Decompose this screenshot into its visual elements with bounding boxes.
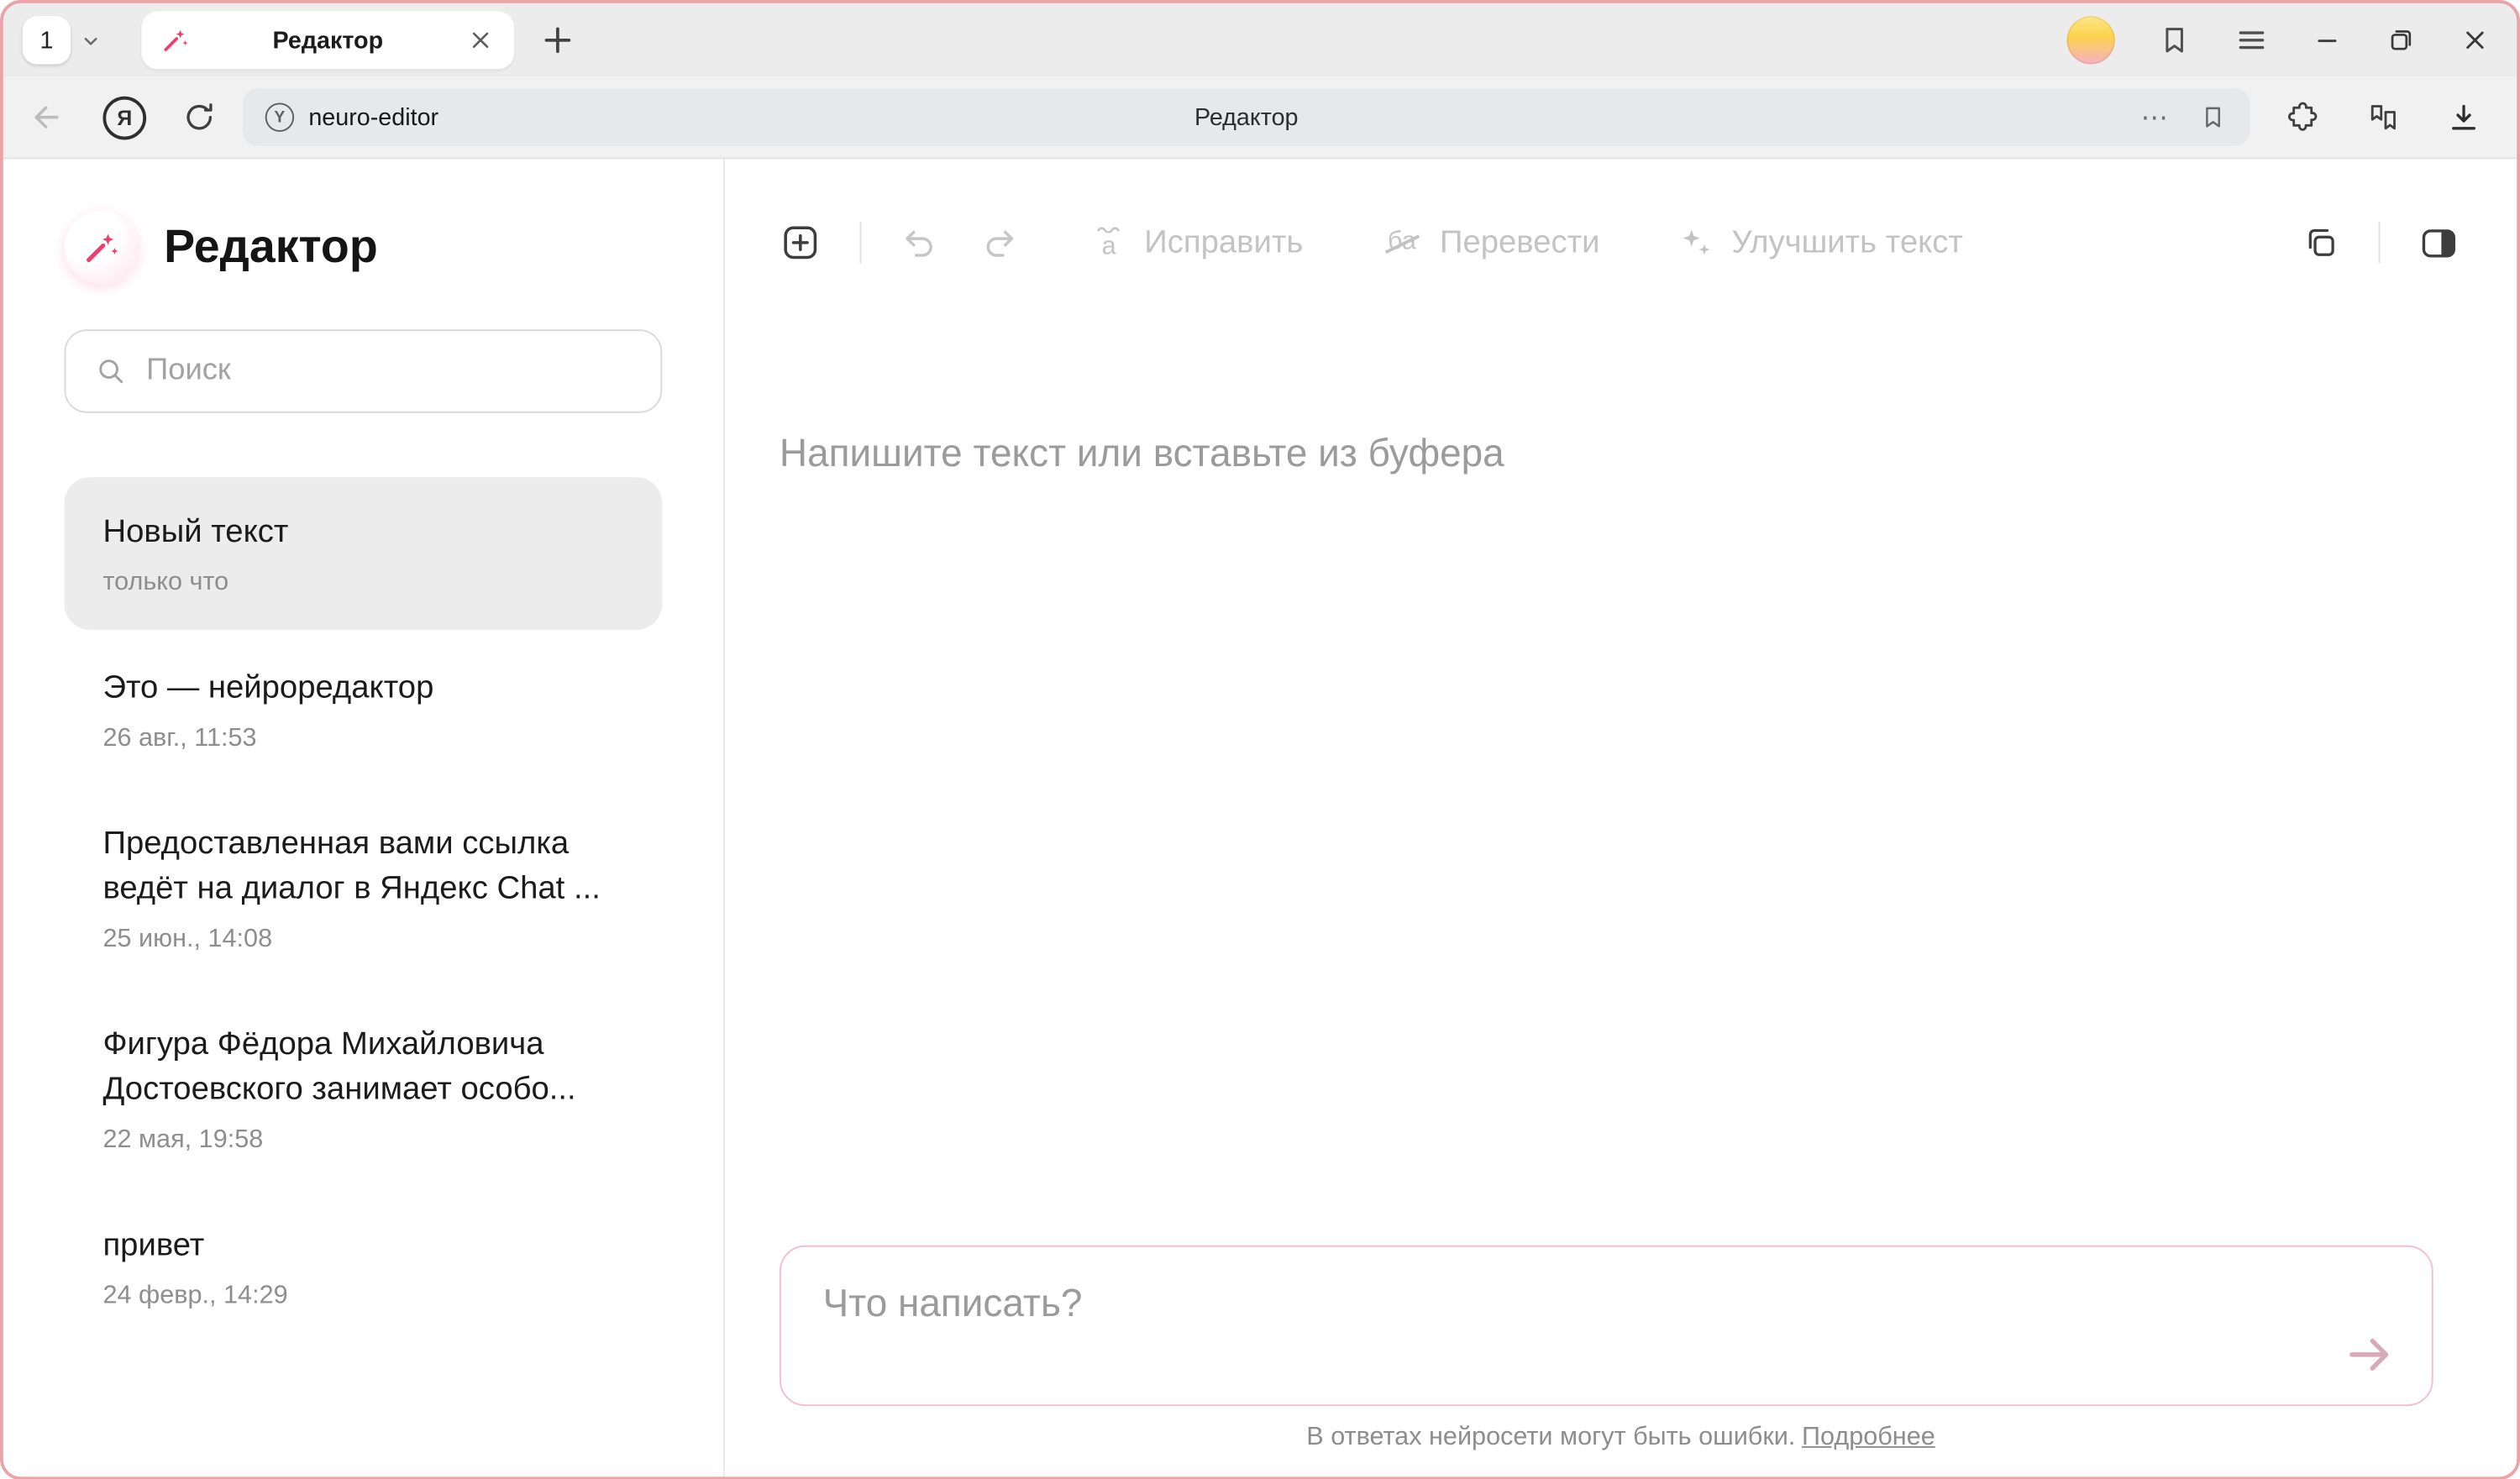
app-logo: Редактор <box>65 211 663 285</box>
toolbar-divider <box>2379 222 2381 264</box>
document-meta: 26 авг., 11:53 <box>102 725 623 753</box>
document-item[interactable]: Это — нейроредактор 26 авг., 11:53 <box>65 633 663 786</box>
sparkles-icon <box>1677 223 1715 262</box>
translate-icon: ба <box>1380 225 1424 260</box>
new-document-icon[interactable] <box>780 222 822 264</box>
tab-title: Редактор <box>202 27 453 55</box>
toolbar-divider <box>860 222 862 264</box>
back-button[interactable] <box>29 100 64 135</box>
menu-hamburger-icon[interactable] <box>2234 23 2269 58</box>
reload-button[interactable] <box>181 100 217 135</box>
nav-bar-right-controls <box>2286 100 2491 135</box>
page-content: Редактор Новый текст только что <box>3 158 2517 1476</box>
prompt-area <box>725 1245 2517 1405</box>
editor-toolbar: а Исправить ба Перевести <box>725 201 2517 284</box>
redo-icon[interactable] <box>980 223 1019 262</box>
prompt-input[interactable] <box>781 1246 2432 1404</box>
address-bar-actions: ⋯ <box>2140 102 2227 131</box>
site-icon: Y <box>265 102 294 131</box>
document-item[interactable]: Предоставленная вами ссылка ведёт на диа… <box>65 789 663 986</box>
disclaimer-text: В ответах нейросети могут быть ошибки. <box>1306 1423 1795 1450</box>
tab-bar-right-controls <box>2066 16 2497 64</box>
more-actions-icon[interactable]: ⋯ <box>2140 103 2169 131</box>
tab-close-icon[interactable] <box>466 26 495 55</box>
document-item-selected[interactable]: Новый текст только что <box>65 477 663 630</box>
document-meta: 22 мая, 19:58 <box>102 1126 623 1155</box>
search-input[interactable] <box>146 354 632 389</box>
improve-text-label: Улучшить текст <box>1731 224 1963 261</box>
document-title: Новый текст <box>102 510 623 555</box>
collections-icon[interactable] <box>2365 100 2401 135</box>
search-box <box>65 329 663 412</box>
document-list: Новый текст только что Это — нейроредакт… <box>65 477 663 1343</box>
wand-logo-icon <box>65 211 139 285</box>
translate-label: Перевести <box>1440 224 1600 261</box>
translate-button[interactable]: ба Перевести <box>1380 224 1599 261</box>
document-title: Фигура Фёдора Михайловича Достоевского з… <box>102 1022 623 1112</box>
document-title: Это — нейроредактор <box>102 665 623 711</box>
url-text: neuro-editor <box>308 103 438 131</box>
fix-text-button[interactable]: а Исправить <box>1089 224 1303 261</box>
yandex-home-button[interactable]: Я <box>102 96 146 139</box>
sidebar-bookmark-icon[interactable] <box>2157 23 2192 58</box>
ai-disclaimer: В ответах нейросети могут быть ошибки. По… <box>725 1405 2517 1476</box>
screen: 1 Редактор <box>0 0 2520 1479</box>
toolbar-right-controls <box>2302 222 2460 264</box>
browser-window: 1 Редактор <box>0 0 2520 1479</box>
tab-bar: 1 Редактор <box>3 3 2517 77</box>
wand-favicon-icon <box>160 26 189 55</box>
plus-icon <box>537 19 579 61</box>
disclaimer-link[interactable]: Подробнее <box>1802 1423 1935 1450</box>
document-item[interactable]: Фигура Фёдора Михайловича Достоевского з… <box>65 990 663 1188</box>
bookmark-flag-icon[interactable] <box>2198 102 2227 131</box>
tab-counter-button[interactable]: 1 <box>23 16 71 64</box>
new-tab-button[interactable] <box>537 19 579 61</box>
search-icon <box>95 355 127 387</box>
document-meta: только что <box>102 569 623 597</box>
editor-pane: а Исправить ба Перевести <box>725 159 2517 1476</box>
send-arrow-icon[interactable] <box>2342 1326 2397 1381</box>
editor-canvas[interactable]: Напишите текст или вставьте из буфера <box>725 285 2517 1245</box>
browser-tab[interactable]: Редактор <box>141 11 514 69</box>
document-meta: 25 июн., 14:08 <box>102 926 623 954</box>
document-item[interactable]: привет 24 февр., 14:29 <box>65 1191 663 1344</box>
panel-toggle-icon[interactable] <box>2418 223 2459 263</box>
tab-list-chevron-button[interactable] <box>71 16 109 64</box>
sidebar: Редактор Новый текст только что <box>3 159 725 1476</box>
chevron-down-icon <box>80 29 101 50</box>
editor-placeholder: Напишите текст или вставьте из буфера <box>780 433 2459 478</box>
improve-text-button[interactable]: Улучшить текст <box>1677 223 1963 262</box>
document-title: Предоставленная вами ссылка ведёт на диа… <box>102 821 623 911</box>
undo-icon[interactable] <box>900 223 938 262</box>
address-bar[interactable]: Y neuro-editor Редактор ⋯ <box>243 88 2250 146</box>
copy-icon[interactable] <box>2302 223 2340 262</box>
window-minimize-button[interactable] <box>2311 24 2343 56</box>
user-avatar[interactable] <box>2066 16 2114 64</box>
page-title: Редактор <box>243 103 2250 131</box>
prompt-box <box>780 1245 2433 1405</box>
document-title: привет <box>102 1223 623 1268</box>
document-meta: 24 февр., 14:29 <box>102 1282 623 1311</box>
downloads-icon[interactable] <box>2446 100 2481 135</box>
window-close-button[interactable] <box>2459 24 2491 56</box>
extensions-puzzle-icon[interactable] <box>2286 100 2321 135</box>
window-restore-button[interactable] <box>2385 24 2417 56</box>
fix-text-label: Исправить <box>1144 224 1303 261</box>
spellcheck-icon: а <box>1089 225 1128 260</box>
app-title: Редактор <box>164 221 378 274</box>
navigation-bar: Я Y neuro-editor Редактор ⋯ <box>3 77 2517 158</box>
